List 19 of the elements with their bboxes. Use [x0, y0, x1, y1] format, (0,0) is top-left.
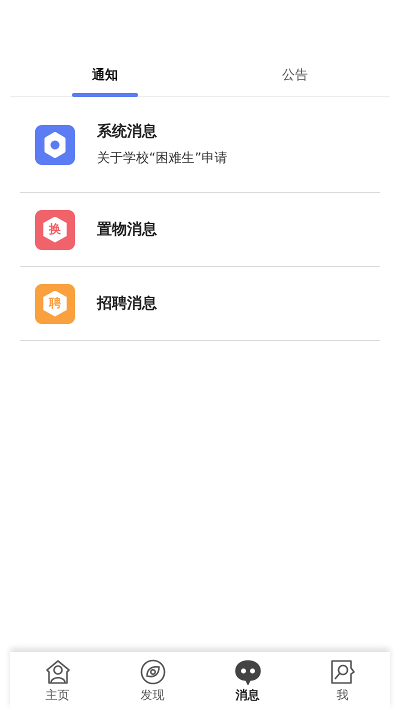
profile-icon: [330, 658, 356, 684]
nav-item[interactable]: 发现: [105, 652, 200, 710]
house-icon: [44, 658, 70, 684]
tab[interactable]: 公告: [200, 56, 390, 96]
hexagon-badge: 换: [35, 210, 75, 250]
nav-item[interactable]: 我: [295, 652, 390, 710]
hexagon-badge: 聘: [35, 284, 75, 324]
message-item[interactable]: 聘 招聘消息: [20, 267, 380, 341]
message-title: 招聘消息: [97, 294, 157, 313]
chat-bubble-icon: [234, 658, 260, 684]
message-title: 置物消息: [97, 220, 157, 239]
eye-icon: [140, 658, 166, 684]
nav-item[interactable]: 主页: [10, 652, 105, 710]
nav-item[interactable]: 消息: [200, 652, 295, 710]
message-preview: 关于学校“困难生”申请: [97, 150, 228, 167]
message-item[interactable]: 换 置物消息: [20, 193, 380, 267]
tab[interactable]: 通知: [10, 56, 200, 96]
message-item[interactable]: 系统消息 关于学校“困难生”申请: [20, 97, 380, 193]
message-title: 系统消息: [97, 122, 158, 141]
